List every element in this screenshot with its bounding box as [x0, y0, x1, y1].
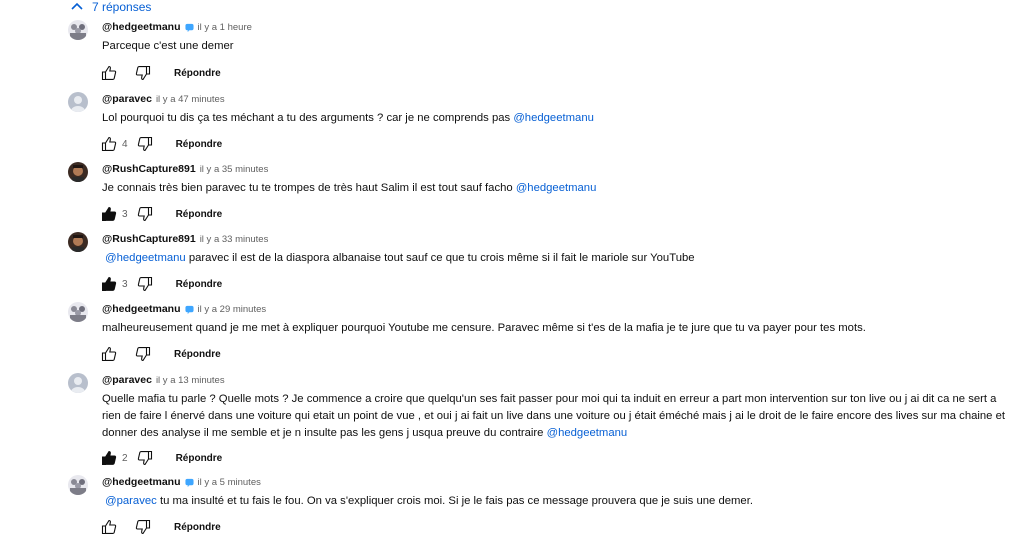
- reply-button[interactable]: Répondre: [176, 139, 223, 150]
- thumbs-up-filled-icon: [102, 206, 117, 221]
- comment-text: Je connais très bien paravec tu te tromp…: [102, 180, 1014, 197]
- mention-link[interactable]: @hedgeetmanu: [513, 112, 594, 124]
- comment-time[interactable]: il y a 35 minutes: [200, 164, 269, 175]
- comment-time[interactable]: il y a 47 minutes: [156, 94, 225, 105]
- like-count: 3: [122, 208, 128, 220]
- comment-author[interactable]: @RushCapture891: [102, 233, 196, 245]
- comment-author[interactable]: @paravec: [102, 374, 152, 386]
- like-button[interactable]: [100, 275, 118, 293]
- group-avatar-icon: [68, 302, 88, 322]
- replies-toggle-label: 7 réponses: [92, 0, 152, 14]
- default-avatar-icon: [68, 92, 88, 112]
- reply-button[interactable]: Répondre: [176, 279, 223, 290]
- like-button[interactable]: [100, 449, 118, 467]
- comment-time[interactable]: il y a 33 minutes: [200, 234, 269, 245]
- comment-item: @paravec il y a 13 minutes Quelle mafia …: [68, 371, 1018, 471]
- like-button[interactable]: [100, 135, 118, 153]
- comment-text-content: Je connais très bien paravec tu te tromp…: [102, 182, 516, 194]
- dislike-button[interactable]: [136, 135, 154, 153]
- comment-time[interactable]: il y a 29 minutes: [198, 304, 267, 315]
- comment-author[interactable]: @hedgeetmanu: [102, 476, 181, 488]
- avatar[interactable]: [68, 232, 88, 252]
- comment-text-content: Lol pourquoi tu dis ça tes méchant a tu …: [102, 112, 514, 124]
- thumbs-down-icon: [137, 450, 152, 466]
- dislike-button[interactable]: [134, 64, 152, 82]
- thumbs-down-icon: [137, 276, 152, 292]
- comment-item: @hedgeetmanu il y a 5 minutes @paravec t…: [68, 473, 1018, 553]
- thumbs-up-icon: [101, 346, 117, 362]
- verified-badge-icon: [184, 478, 194, 487]
- face-avatar-icon: [68, 162, 88, 182]
- like-button[interactable]: [100, 345, 118, 363]
- mention-link[interactable]: @hedgeetmanu: [547, 427, 628, 439]
- thumbs-down-icon: [135, 65, 151, 81]
- face-avatar-icon: [68, 232, 88, 252]
- comment-author[interactable]: @RushCapture891: [102, 163, 196, 175]
- group-avatar-icon: [68, 475, 88, 495]
- like-count: 2: [122, 452, 128, 464]
- comment-text: @hedgeetmanu paravec il est de la diaspo…: [102, 250, 1014, 267]
- comment-item: @RushCapture891 il y a 35 minutes Je con…: [68, 160, 1018, 230]
- verified-badge-icon: [184, 305, 194, 314]
- reply-button[interactable]: Répondre: [174, 349, 221, 360]
- dislike-button[interactable]: [134, 345, 152, 363]
- comment-text-content: Parceque c'est une demer: [102, 40, 234, 52]
- comment-time[interactable]: il y a 1 heure: [198, 22, 252, 33]
- comment-item: @RushCapture891 il y a 33 minutes @hedge…: [68, 230, 1018, 300]
- thumbs-down-icon: [137, 206, 152, 222]
- default-avatar-icon: [68, 373, 88, 393]
- thumbs-down-icon: [137, 136, 152, 152]
- like-count: 4: [122, 138, 128, 150]
- replies-toggle[interactable]: 7 réponses: [70, 0, 151, 14]
- thumbs-down-icon: [135, 519, 151, 535]
- thumbs-up-icon: [101, 136, 117, 152]
- reply-button[interactable]: Répondre: [174, 522, 221, 533]
- dislike-button[interactable]: [136, 449, 154, 467]
- avatar[interactable]: [68, 162, 88, 182]
- avatar[interactable]: [68, 92, 88, 112]
- comment-author[interactable]: @hedgeetmanu: [102, 303, 181, 315]
- verified-badge-icon: [184, 23, 194, 32]
- reply-button[interactable]: Répondre: [176, 209, 223, 220]
- thumbs-up-filled-icon: [102, 450, 117, 465]
- comment-author[interactable]: @hedgeetmanu: [102, 21, 181, 33]
- avatar[interactable]: [68, 302, 88, 322]
- comment-text-content: tu ma insulté et tu fais le fou. On va s…: [156, 495, 753, 507]
- like-button[interactable]: [100, 205, 118, 223]
- comment-text-content: paravec il est de la diaspora albanaise …: [185, 252, 695, 264]
- comment-time[interactable]: il y a 5 minutes: [198, 477, 261, 488]
- avatar[interactable]: [68, 373, 88, 393]
- avatar[interactable]: [68, 20, 88, 40]
- dislike-button[interactable]: [136, 205, 154, 223]
- comment-text: @paravec tu ma insulté et tu fais le fou…: [102, 493, 1014, 510]
- comment-text: Lol pourquoi tu dis ça tes méchant a tu …: [102, 110, 1014, 127]
- comment-text-content: malheureusement quand je me met à expliq…: [102, 322, 866, 334]
- thumbs-up-icon: [101, 65, 117, 81]
- mention-link[interactable]: @hedgeetmanu: [516, 182, 597, 194]
- comment-time[interactable]: il y a 13 minutes: [156, 375, 225, 386]
- comment-text: Parceque c'est une demer: [102, 38, 1014, 55]
- comment-text: malheureusement quand je me met à expliq…: [102, 320, 1014, 337]
- comment-text: Quelle mafia tu parle ? Quelle mots ? Je…: [102, 391, 1014, 442]
- like-count: 3: [122, 278, 128, 290]
- thumbs-up-icon: [101, 519, 117, 535]
- comment-item: @paravec il y a 47 minutes Lol pourquoi …: [68, 90, 1018, 160]
- chevron-up-icon: [71, 2, 83, 10]
- reply-button[interactable]: Répondre: [176, 453, 223, 464]
- mention-link[interactable]: @paravec: [105, 495, 157, 507]
- dislike-button[interactable]: [136, 275, 154, 293]
- comment-item: @hedgeetmanu il y a 29 minutes malheureu…: [68, 300, 1018, 370]
- thumbs-up-filled-icon: [102, 276, 117, 291]
- like-button[interactable]: [100, 518, 118, 536]
- avatar[interactable]: [68, 475, 88, 495]
- like-button[interactable]: [100, 64, 118, 82]
- comment-author[interactable]: @paravec: [102, 93, 152, 105]
- dislike-button[interactable]: [134, 518, 152, 536]
- reply-button[interactable]: Répondre: [174, 68, 221, 79]
- group-avatar-icon: [68, 20, 88, 40]
- thumbs-down-icon: [135, 346, 151, 362]
- comment-item: @hedgeetmanu il y a 1 heure Parceque c'e…: [68, 18, 1018, 88]
- mention-link[interactable]: @hedgeetmanu: [105, 252, 186, 264]
